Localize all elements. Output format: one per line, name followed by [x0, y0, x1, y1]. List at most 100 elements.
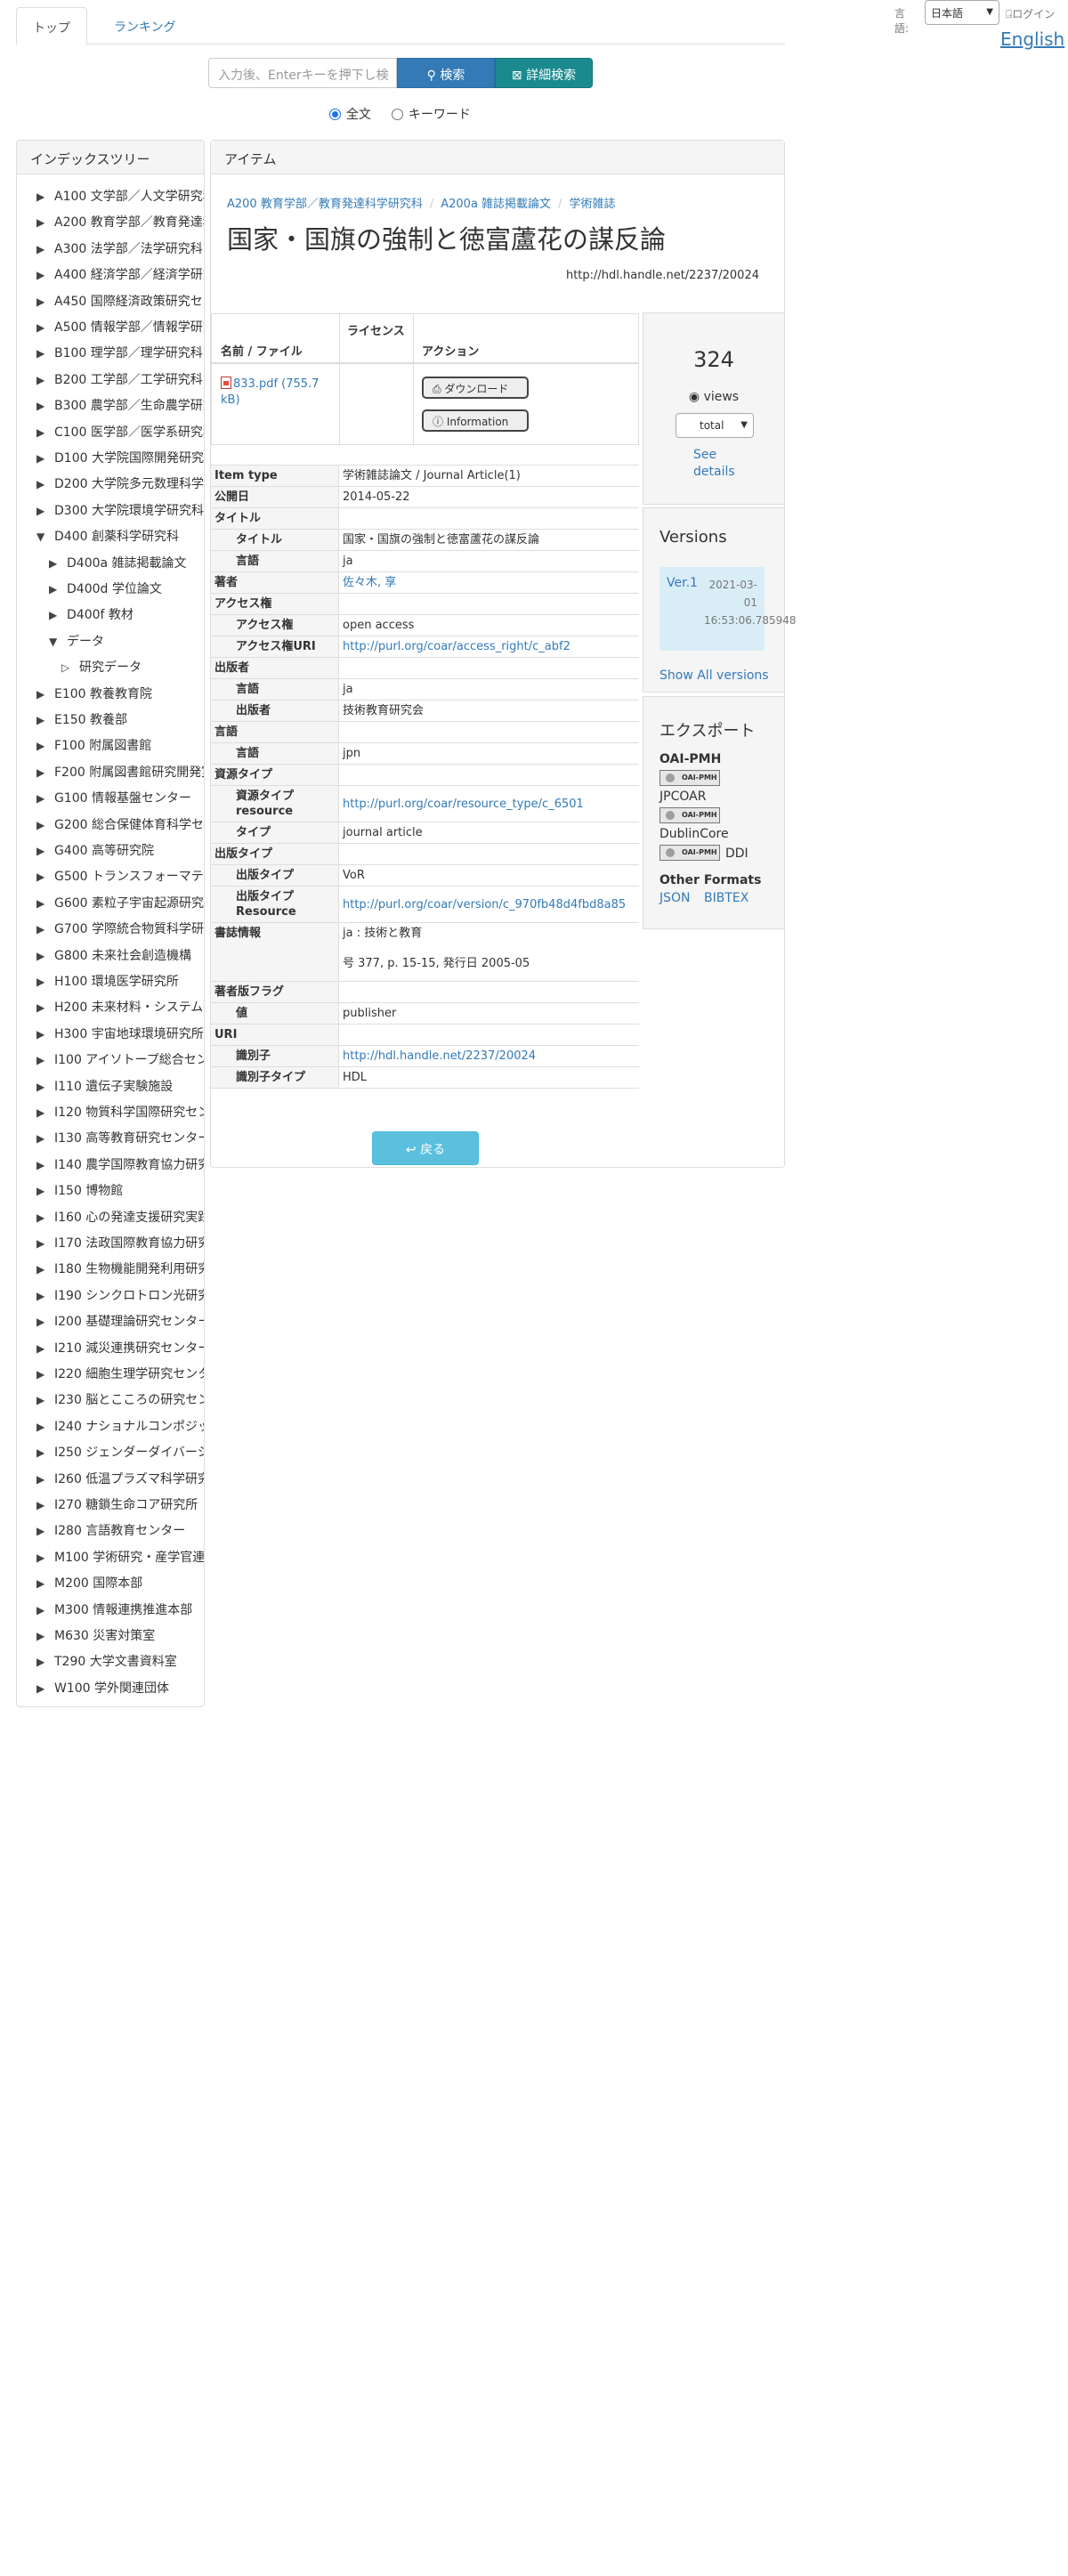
triangle-down-icon[interactable]: ▼ — [36, 524, 49, 550]
tree-item[interactable]: ▶ I190 シンクロトロン光研究センター — [36, 1284, 204, 1309]
triangle-right-icon[interactable]: ▶ — [36, 289, 49, 315]
metadata-link[interactable]: http://purl.org/coar/version/c_970fb48d4… — [339, 895, 638, 915]
triangle-right-icon[interactable]: ▶ — [36, 1467, 49, 1493]
triangle-right-icon[interactable]: ▶ — [36, 263, 49, 288]
triangle-right-icon[interactable]: ▶ — [36, 760, 49, 786]
tree-item[interactable]: ▶ F200 附属図書館研究開発室 — [36, 760, 204, 786]
breadcrumb-item[interactable]: 学術雑誌 — [569, 198, 615, 211]
back-button[interactable]: ↩ 戻る — [372, 1131, 479, 1165]
views-period-select[interactable]: total ▼ — [676, 413, 754, 438]
export-bibtex-link[interactable]: BIBTEX — [704, 891, 748, 905]
triangle-right-icon[interactable]: ▶ — [36, 237, 49, 263]
triangle-right-icon[interactable]: ▶ — [36, 368, 49, 393]
tree-item[interactable]: ▼ データ — [49, 629, 204, 655]
triangle-right-icon[interactable]: ▶ — [36, 1336, 49, 1362]
breadcrumb-item[interactable]: A200a 雑誌掲載論文 — [441, 198, 551, 211]
tree-item[interactable]: ▶ B300 農学部／生命農学研究科 — [36, 393, 204, 419]
tree-item[interactable]: ▶ G500 トランスフォーマティブ生命分子研究所 — [36, 864, 204, 890]
triangle-right-icon[interactable]: ▶ — [36, 813, 49, 838]
export-json-link[interactable]: JSON — [659, 891, 691, 905]
tree-item[interactable]: ▶ I270 糖鎖生命コア研究所 — [36, 1493, 204, 1519]
triangle-right-icon[interactable]: ▶ — [36, 917, 49, 943]
triangle-right-icon[interactable]: ▶ — [36, 708, 49, 733]
tree-item[interactable]: ▶ G200 総合保健体育科学センター — [36, 813, 204, 838]
triangle-right-icon[interactable]: ▶ — [36, 210, 49, 236]
triangle-right-icon[interactable]: ▶ — [36, 1022, 49, 1048]
triangle-right-icon[interactable]: ▶ — [36, 1231, 49, 1257]
tree-item[interactable]: ▶ T290 大学文書資料室 — [36, 1649, 204, 1675]
triangle-right-icon[interactable]: ▶ — [36, 1598, 49, 1624]
triangle-right-icon[interactable]: ▶ — [36, 1493, 49, 1519]
tree-item[interactable]: ▶ I150 博物館 — [36, 1179, 204, 1204]
tab-ranking[interactable]: ランキング — [98, 7, 192, 45]
search-button[interactable]: ⚲ 検索 — [397, 58, 495, 88]
tree-item[interactable]: ▶ D400f 教材 — [49, 603, 204, 628]
triangle-right-icon[interactable]: ▶ — [36, 1649, 49, 1675]
triangle-right-icon[interactable]: ▶ — [36, 1309, 49, 1335]
metadata-link[interactable]: http://hdl.handle.net/2237/20024 — [339, 1046, 638, 1066]
information-button[interactable]: ⓘ Information — [422, 409, 529, 432]
triangle-right-icon[interactable]: ▶ — [36, 864, 49, 890]
tree-item[interactable]: ▷ 研究データ — [61, 655, 204, 681]
oai-pmh-jpcoar-badge[interactable]: OAI-PMH — [659, 770, 720, 786]
tree-item[interactable]: ▶ I280 言語教育センター — [36, 1519, 204, 1544]
tree-item[interactable]: ▶ A450 国際経済政策研究センター — [36, 289, 204, 315]
triangle-right-icon[interactable]: ▶ — [36, 891, 49, 917]
tree-item[interactable]: ▶ H300 宇宙地球環境研究所 — [36, 1022, 204, 1048]
triangle-right-icon[interactable]: ▶ — [36, 1205, 49, 1231]
tree-item[interactable]: ▶ A100 文学部／人文学研究科 — [36, 184, 204, 210]
tree-item[interactable]: ▶ G800 未来社会創造機構 — [36, 944, 204, 969]
tree-item[interactable]: ▶ A200 教育学部／教育発達科学研究科 — [36, 210, 204, 236]
language-select[interactable]: 日本語 ▼ — [925, 0, 999, 25]
triangle-right-icon[interactable]: ▶ — [36, 786, 49, 812]
triangle-right-icon[interactable]: ▶ — [36, 995, 49, 1021]
tree-item[interactable]: ▶ I140 農学国際教育協力研究センター — [36, 1153, 204, 1179]
metadata-link[interactable]: 佐々木, 享 — [339, 572, 638, 593]
triangle-right-icon[interactable]: ▶ — [36, 1179, 49, 1204]
version-link[interactable]: Ver.1 — [667, 576, 698, 590]
tree-item[interactable]: ▶ G700 学際統合物質科学研究機構 — [36, 917, 204, 943]
triangle-right-icon[interactable]: ▶ — [36, 1440, 49, 1466]
triangle-right-icon[interactable]: ▶ — [36, 969, 49, 995]
tree-item[interactable]: ▶ H100 環境医学研究所 — [36, 969, 204, 995]
triangle-right-icon[interactable]: ▶ — [36, 184, 49, 210]
login-link[interactable]: ⍈ログイン — [1006, 6, 1055, 21]
tree-item[interactable]: ▶ I100 アイソトープ総合センター — [36, 1048, 204, 1073]
search-input[interactable]: 入力後、Enterキーを押下し検 — [208, 58, 397, 88]
tree-item[interactable]: ▶ I250 ジェンダーダイバーシティセンター — [36, 1440, 204, 1466]
radio-keyword[interactable] — [391, 109, 403, 120]
tree-item[interactable]: ▶ A500 情報学部／情報学研究科 — [36, 315, 204, 341]
triangle-right-icon[interactable]: ▶ — [36, 498, 49, 524]
triangle-right-icon[interactable]: ▶ — [36, 838, 49, 864]
triangle-right-icon[interactable]: ▶ — [36, 1284, 49, 1309]
tree-item[interactable]: ▶ G600 素粒子宇宙起源研究所 — [36, 891, 204, 917]
triangle-right-icon[interactable]: ▶ — [36, 1074, 49, 1100]
oai-pmh-ddi-badge[interactable]: OAI-PMH — [659, 845, 720, 861]
triangle-right-icon[interactable]: ▶ — [36, 1362, 49, 1388]
tree-item[interactable]: ▶ B200 工学部／工学研究科 — [36, 368, 204, 393]
show-all-versions-link[interactable]: Show All versions — [659, 668, 769, 683]
tree-item[interactable]: ▶ I170 法政国際教育協力研究センター — [36, 1231, 204, 1257]
triangle-right-icon[interactable]: ▶ — [36, 1571, 49, 1597]
tree-item[interactable]: ▶ A400 経済学部／経済学研究科 — [36, 263, 204, 288]
file-link[interactable]: 833.pdf (755.7 kB) — [221, 377, 336, 409]
triangle-right-icon[interactable]: ▶ — [36, 420, 49, 446]
tree-item[interactable]: ▶ H200 未来材料・システム研究所 — [36, 995, 204, 1021]
triangle-right-icon[interactable]: ▶ — [36, 1414, 49, 1440]
metadata-link[interactable]: http://purl.org/coar/resource_type/c_650… — [339, 794, 638, 814]
tree-item[interactable]: ▶ C100 医学部／医学系研究科 — [36, 420, 204, 446]
radio-fulltext[interactable] — [329, 109, 341, 120]
tree-item[interactable]: ▶ I130 高等教育研究センター — [36, 1126, 204, 1152]
tree-item[interactable]: ▶ D400a 雑誌掲載論文 — [49, 551, 204, 577]
download-button[interactable]: ⎙ ダウンロード — [422, 377, 529, 399]
tree-item[interactable]: ▼ D400 創薬科学研究科 — [36, 524, 204, 550]
tree-item[interactable]: ▶ I220 細胞生理学研究センター — [36, 1362, 204, 1388]
tree-item[interactable]: ▶ I180 生物機能開発利用研究センター — [36, 1257, 204, 1283]
tree-item[interactable]: ▶ F100 附属図書館 — [36, 733, 204, 759]
tree-item[interactable]: ▶ E150 教養部 — [36, 708, 204, 733]
tree-item[interactable]: ▶ I260 低温プラズマ科学研究センター — [36, 1467, 204, 1493]
triangle-right-icon[interactable]: ▶ — [36, 472, 49, 498]
tree-item[interactable]: ▶ G400 高等研究院 — [36, 838, 204, 864]
tree-item[interactable]: ▶ D200 大学院多元数理科学研究科 — [36, 472, 204, 498]
tree-item[interactable]: ▶ D400d 学位論文 — [49, 577, 204, 603]
